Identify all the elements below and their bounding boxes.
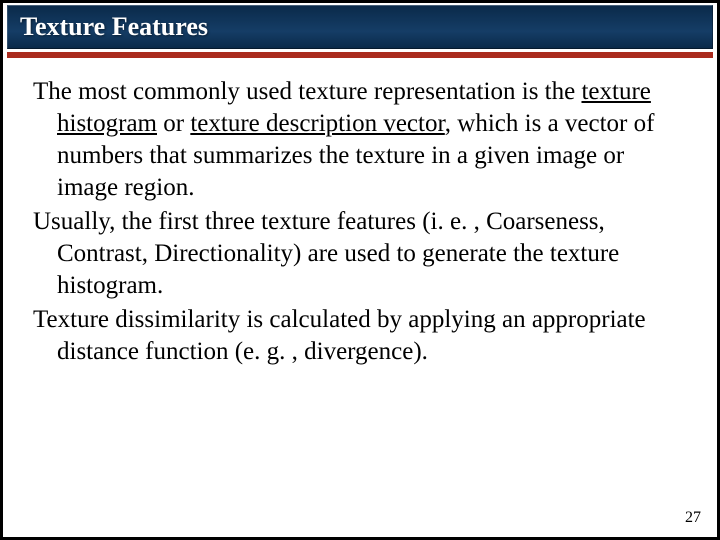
slide-header: Texture Features	[7, 5, 713, 58]
page-number: 27	[685, 509, 701, 527]
paragraph-1: The most commonly used texture represent…	[33, 76, 687, 204]
slide-body: The most commonly used texture represent…	[3, 58, 717, 368]
para1-mid: or	[157, 110, 190, 137]
paragraph-2: Usually, the first three texture feature…	[33, 206, 687, 302]
term-texture-description-vector: texture description vector	[190, 110, 444, 137]
accent-rule	[7, 52, 713, 58]
slide-title: Texture Features	[20, 12, 700, 42]
paragraph-3: Texture dissimilarity is calculated by a…	[33, 304, 687, 368]
title-banner: Texture Features	[7, 5, 713, 49]
para1-lead: The most commonly used texture represent…	[33, 78, 581, 105]
